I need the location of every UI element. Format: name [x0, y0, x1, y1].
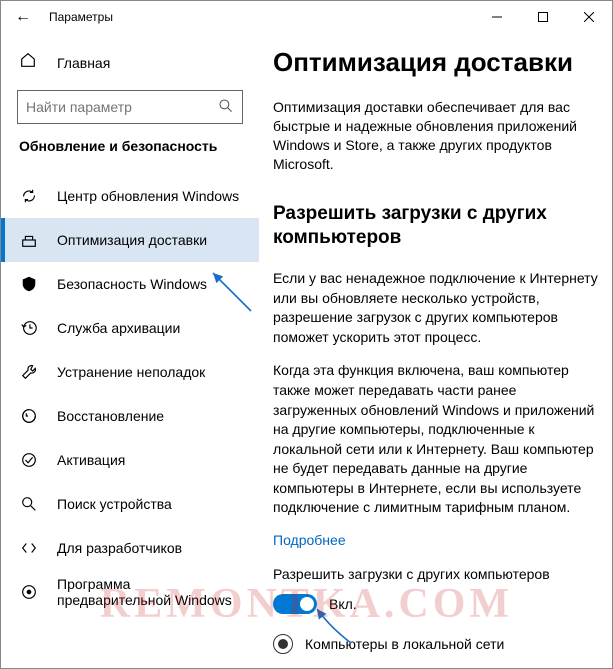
home-label: Главная: [39, 55, 110, 71]
recovery-icon: [19, 406, 39, 426]
intro-text: Оптимизация доставки обеспечивает для ва…: [273, 98, 598, 174]
nav-item-activation[interactable]: Активация: [1, 438, 259, 482]
allow-downloads-toggle[interactable]: [273, 594, 317, 614]
delivery-icon: [19, 230, 39, 250]
title-bar: ← Параметры: [1, 1, 612, 33]
nav-label: Служба архивации: [39, 320, 180, 336]
maximize-button[interactable]: [520, 1, 566, 33]
page-title: Оптимизация доставки: [273, 47, 598, 78]
nav-item-windows-security[interactable]: Безопасность Windows: [1, 262, 259, 306]
radio-local-network[interactable]: Компьютеры в локальной сети: [273, 634, 598, 654]
history-icon: [19, 318, 39, 338]
nav-label: Для разработчиков: [39, 540, 182, 556]
shield-icon: [19, 274, 39, 294]
find-icon: [19, 494, 39, 514]
back-button[interactable]: ←: [9, 8, 37, 26]
wrench-icon: [19, 362, 39, 382]
nav-label: Устранение неполадок: [39, 364, 205, 380]
nav-label: Восстановление: [39, 408, 164, 424]
nav-label: Программа предварительной Windows: [39, 576, 241, 608]
nav-item-troubleshoot[interactable]: Устранение неполадок: [1, 350, 259, 394]
nav-label: Безопасность Windows: [39, 276, 207, 292]
paragraph-1: Если у вас ненадежное подключение к Инте…: [273, 269, 598, 347]
nav-label: Оптимизация доставки: [39, 232, 207, 248]
nav-item-windows-update[interactable]: Центр обновления Windows: [1, 174, 259, 218]
radio-icon: [273, 634, 293, 654]
learn-more-link[interactable]: Подробнее: [273, 532, 598, 548]
insider-icon: [19, 582, 39, 602]
search-box[interactable]: [17, 90, 243, 124]
close-button[interactable]: [566, 1, 612, 33]
radio-label: Компьютеры в локальной сети: [293, 636, 504, 652]
nav-item-insider[interactable]: Программа предварительной Windows: [1, 570, 259, 614]
main-panel: Оптимизация доставки Оптимизация доставк…: [259, 33, 612, 668]
nav-item-delivery-optimization[interactable]: Оптимизация доставки: [1, 218, 259, 262]
home-icon: [19, 51, 39, 74]
nav-label: Центр обновления Windows: [39, 188, 239, 204]
sync-icon: [19, 186, 39, 206]
search-input[interactable]: [26, 99, 218, 115]
sidebar: Главная Обновление и безопасность Центр …: [1, 33, 259, 668]
nav-item-for-developers[interactable]: Для разработчиков: [1, 526, 259, 570]
window-title: Параметры: [37, 10, 113, 24]
nav-item-backup[interactable]: Служба архивации: [1, 306, 259, 350]
search-icon: [218, 98, 234, 117]
nav-item-find-device[interactable]: Поиск устройства: [1, 482, 259, 526]
nav-item-recovery[interactable]: Восстановление: [1, 394, 259, 438]
toggle-state: Вкл.: [317, 596, 357, 612]
section-title: Разрешить загрузки с других компьютеров: [273, 202, 598, 251]
code-icon: [19, 538, 39, 558]
check-icon: [19, 450, 39, 470]
nav-label: Активация: [39, 452, 125, 468]
section-header: Обновление и безопасность: [1, 138, 259, 174]
nav-label: Поиск устройства: [39, 496, 172, 512]
window-controls: [474, 1, 612, 33]
paragraph-2: Когда эта функция включена, ваш компьюте…: [273, 361, 598, 518]
toggle-caption: Разрешить загрузки с других компьютеров: [273, 566, 598, 582]
minimize-button[interactable]: [474, 1, 520, 33]
home-link[interactable]: Главная: [1, 43, 259, 90]
